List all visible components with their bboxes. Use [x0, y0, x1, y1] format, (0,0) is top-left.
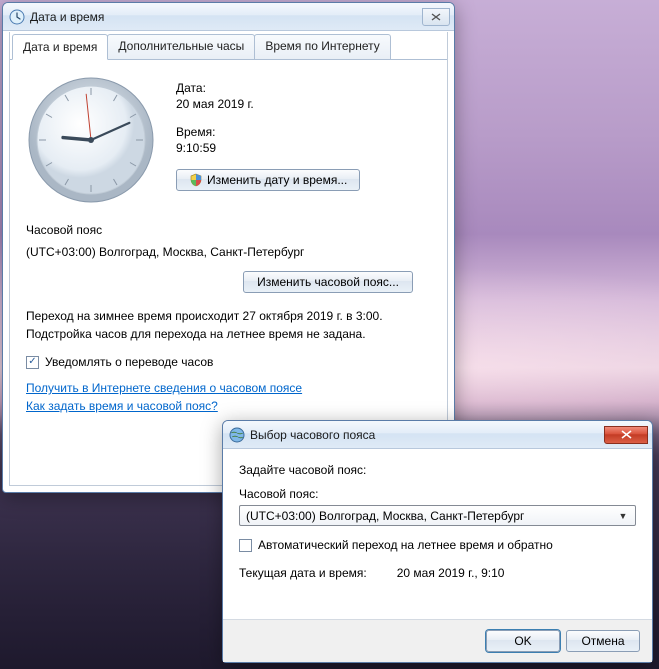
tab-datetime[interactable]: Дата и время	[12, 34, 108, 60]
globe-icon	[229, 427, 245, 443]
shield-icon	[189, 173, 203, 187]
timezone-dialog: Выбор часового пояса Задайте часовой поя…	[222, 420, 653, 663]
tab-strip: Дата и время Дополнительные часы Время п…	[10, 32, 447, 60]
titlebar[interactable]: Выбор часового пояса	[223, 421, 652, 449]
time-value: 9:10:59	[176, 141, 431, 155]
client-area: Дата и время Дополнительные часы Время п…	[9, 32, 448, 486]
tab-internet-time[interactable]: Время по Интернету	[254, 34, 390, 59]
current-datetime-label: Текущая дата и время:	[239, 566, 367, 580]
notify-checkbox[interactable]	[26, 356, 39, 369]
timezone-combobox[interactable]: (UTC+03:00) Волгоград, Москва, Санкт-Пет…	[239, 505, 636, 526]
dst-info-line1: Переход на зимнее время происходит 27 ок…	[26, 307, 431, 325]
auto-dst-checkbox[interactable]	[239, 539, 252, 552]
dialog-title: Выбор часового пояса	[250, 428, 604, 442]
combo-label: Часовой пояс:	[239, 487, 636, 501]
dst-info-line2: Подстройка часов для перехода на летнее …	[26, 325, 431, 343]
titlebar[interactable]: Дата и время	[3, 3, 454, 31]
instruction-text: Задайте часовой пояс:	[239, 463, 636, 477]
change-timezone-label: Изменить часовой пояс...	[257, 275, 399, 289]
chevron-down-icon: ▼	[615, 511, 631, 521]
current-datetime-value: 20 мая 2019 г., 9:10	[397, 566, 505, 580]
link-howto[interactable]: Как задать время и часовой пояс?	[26, 399, 431, 413]
close-button[interactable]	[422, 8, 450, 26]
dialog-buttons: OK Отмена	[223, 619, 652, 662]
time-label: Время:	[176, 125, 431, 139]
window-title: Дата и время	[30, 10, 422, 24]
notify-checkbox-label: Уведомлять о переводе часов	[45, 355, 213, 369]
date-label: Дата:	[176, 81, 431, 95]
cancel-button[interactable]: Отмена	[566, 630, 640, 652]
change-datetime-label: Изменить дату и время...	[207, 173, 347, 187]
change-timezone-button[interactable]: Изменить часовой пояс...	[243, 271, 413, 293]
timezone-header: Часовой пояс	[26, 223, 431, 237]
change-datetime-button[interactable]: Изменить дату и время...	[176, 169, 360, 191]
ok-button[interactable]: OK	[486, 630, 560, 652]
timezone-value: (UTC+03:00) Волгоград, Москва, Санкт-Пет…	[26, 245, 431, 259]
tab-additional-clocks[interactable]: Дополнительные часы	[107, 34, 255, 59]
link-tz-info[interactable]: Получить в Интернете сведения о часовом …	[26, 381, 431, 395]
date-value: 20 мая 2019 г.	[176, 97, 431, 111]
close-button[interactable]	[604, 426, 648, 444]
clock-icon	[9, 9, 25, 25]
analog-clock	[26, 75, 156, 205]
timezone-combobox-value: (UTC+03:00) Волгоград, Москва, Санкт-Пет…	[246, 509, 524, 523]
auto-dst-label: Автоматический переход на летнее время и…	[258, 538, 553, 552]
